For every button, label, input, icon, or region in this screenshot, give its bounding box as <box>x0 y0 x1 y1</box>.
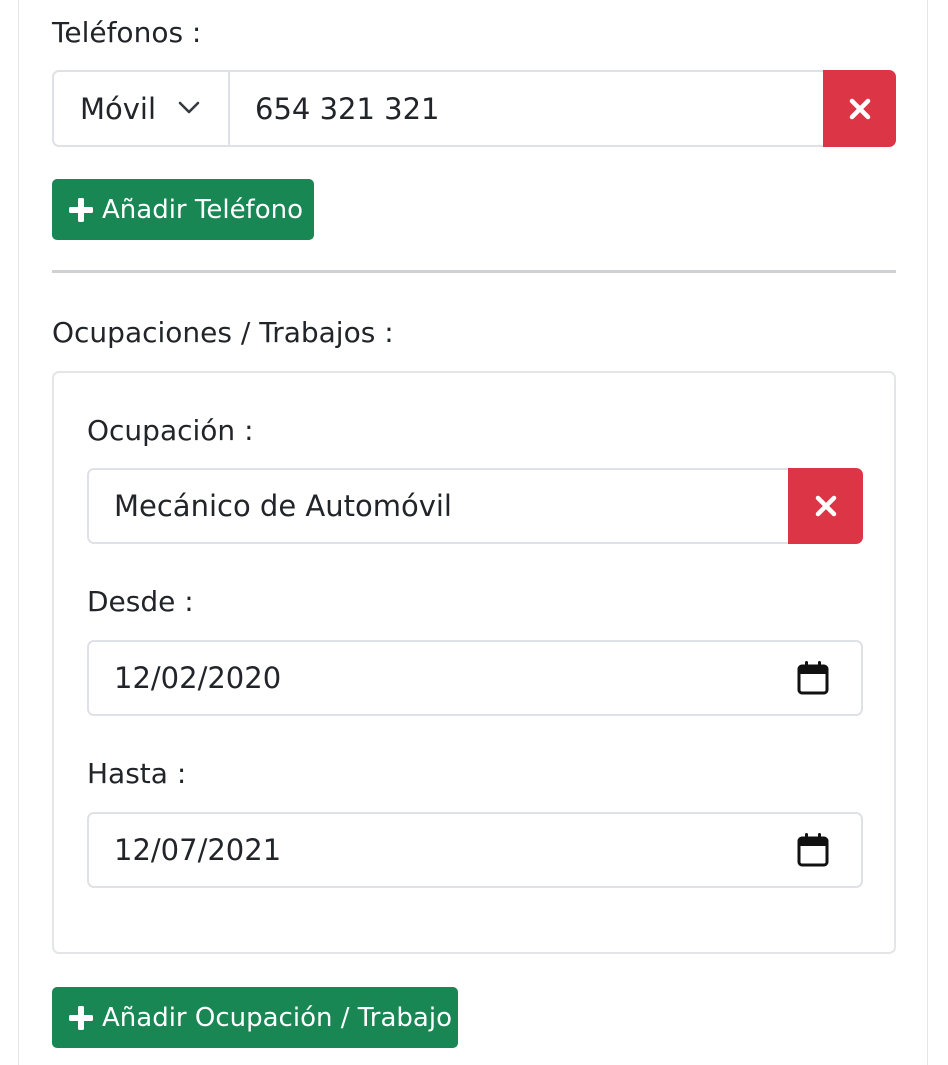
phones-label: Teléfonos : <box>52 16 202 49</box>
occupations-label: Ocupaciones / Trabajos : <box>52 316 394 349</box>
occupation-input[interactable]: Mecánico de Automóvil <box>87 468 792 544</box>
close-icon <box>815 495 836 517</box>
chevron-down-icon <box>178 101 200 114</box>
remove-occupation-button[interactable] <box>788 468 863 544</box>
add-occupation-label: Añadir Ocupación / Trabajo <box>102 1002 452 1033</box>
occupation-value: Mecánico de Automóvil <box>114 489 452 523</box>
occupation-label: Ocupación : <box>87 414 254 447</box>
calendar-icon[interactable] <box>797 661 829 695</box>
phone-type-value: Móvil <box>80 91 157 126</box>
from-date-value: 12/02/2020 <box>114 661 282 695</box>
plus-icon <box>69 1005 93 1030</box>
remove-phone-button[interactable] <box>823 70 896 147</box>
add-phone-label: Añadir Teléfono <box>102 194 304 225</box>
phone-number-input[interactable]: 654 321 321 <box>228 70 826 147</box>
plus-icon <box>69 197 93 222</box>
section-divider <box>52 270 896 273</box>
phone-type-select[interactable]: Móvil <box>52 70 230 147</box>
add-occupation-button[interactable]: Añadir Ocupación / Trabajo <box>52 987 458 1048</box>
calendar-icon[interactable] <box>797 833 829 867</box>
from-label: Desde : <box>87 585 194 618</box>
to-date-input[interactable]: 12/07/2021 <box>87 812 863 888</box>
close-icon <box>849 98 870 119</box>
from-date-input[interactable]: 12/02/2020 <box>87 640 863 716</box>
add-phone-button[interactable]: Añadir Teléfono <box>52 179 314 240</box>
phone-number-value: 654 321 321 <box>255 91 440 126</box>
to-date-value: 12/07/2021 <box>114 833 282 867</box>
to-label: Hasta : <box>87 757 187 790</box>
